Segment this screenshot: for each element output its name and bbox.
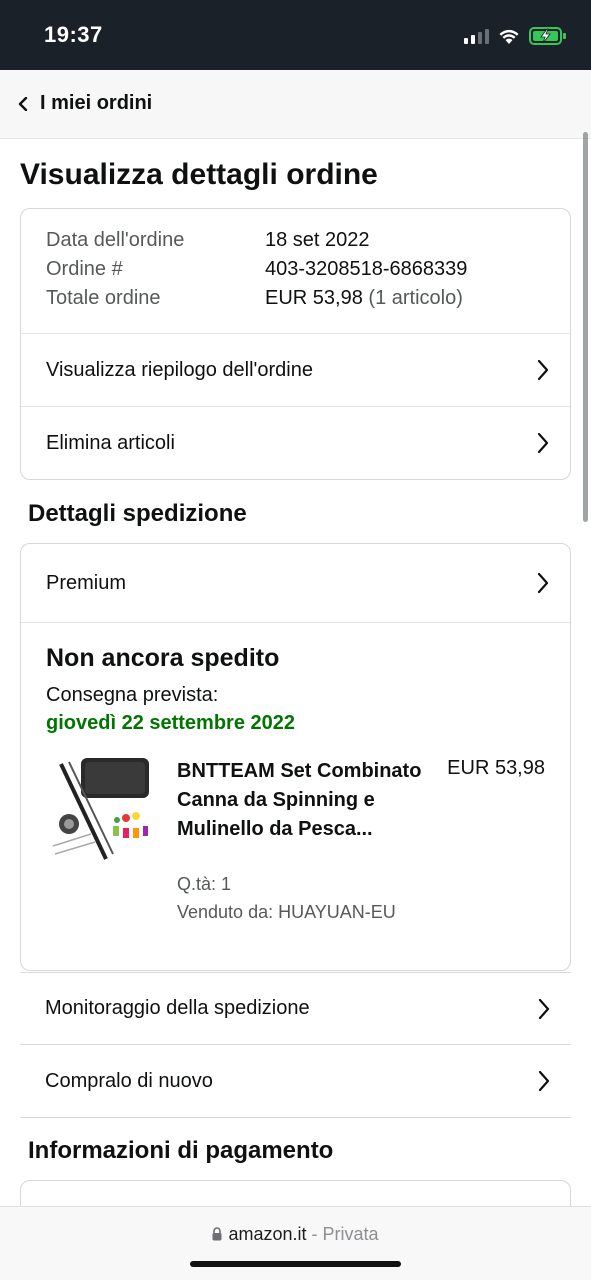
- lock-icon: [212, 1227, 222, 1241]
- order-date-value: 18 set 2022: [265, 229, 370, 251]
- order-info: Data dell'ordine 18 set 2022 Ordine # 40…: [46, 229, 467, 316]
- order-date-label: Data dell'ordine: [46, 229, 185, 251]
- status-icons: [464, 24, 567, 48]
- order-summary-card: Data dell'ordine 18 set 2022 Ordine # 40…: [20, 208, 571, 480]
- chevron-right-icon: [537, 432, 549, 454]
- chevron-right-icon: [537, 572, 549, 594]
- shipping-card: Premium Non ancora spedito Consegna prev…: [20, 543, 571, 971]
- track-shipment-label: Monitoraggio della spedizione: [45, 997, 310, 1019]
- product-price: EUR 53,98: [447, 757, 545, 779]
- buy-again-label: Compralo di nuovo: [45, 1069, 213, 1092]
- wifi-icon: [499, 29, 519, 44]
- cellular-signal-icon: [464, 28, 489, 44]
- shipment-status: Non ancora spedito: [46, 644, 280, 672]
- delivery-date: giovedì 22 settembre 2022: [46, 712, 296, 734]
- track-shipment-link[interactable]: Monitoraggio della spedizione: [20, 972, 571, 1045]
- back-label: I miei ordini: [40, 92, 153, 114]
- payment-section-title: Informazioni di pagamento: [28, 1137, 334, 1164]
- shipping-section-title: Dettagli spedizione: [28, 500, 247, 527]
- delivery-label: Consegna prevista:: [46, 684, 219, 706]
- view-order-summary-link[interactable]: Visualizza riepilogo dell'ordine: [21, 333, 570, 406]
- url-display[interactable]: amazon.it - Privata: [0, 1224, 591, 1245]
- order-date-row: Data dell'ordine 18 set 2022: [46, 229, 467, 258]
- chevron-right-icon: [538, 998, 550, 1019]
- home-indicator[interactable]: [190, 1261, 401, 1267]
- product-quantity: Q.tà: 1: [177, 874, 232, 894]
- chevron-left-icon: [18, 96, 28, 111]
- buy-again-link[interactable]: Compralo di nuovo: [20, 1045, 571, 1118]
- premium-shipping-link[interactable]: Premium: [21, 544, 570, 623]
- url-domain: amazon.it: [228, 1224, 307, 1244]
- product-title-link[interactable]: BNTTEAM Set Combinato Canna da Spinning …: [177, 757, 427, 844]
- private-mode-label: Privata: [322, 1224, 379, 1244]
- order-item-count: (1 articolo): [368, 287, 463, 309]
- battery-charging-icon: [529, 27, 566, 45]
- product-seller: Venduto da: HUAYUAN-EU: [177, 902, 396, 922]
- url-separator: -: [311, 1224, 318, 1244]
- chevron-right-icon: [538, 1070, 550, 1092]
- order-total-label: Totale ordine: [46, 287, 161, 309]
- navigation-bar: I miei ordini: [0, 70, 591, 139]
- order-total-amount: EUR 53,98: [265, 287, 363, 309]
- order-total-value: EUR 53,98 (1 articolo): [265, 287, 463, 316]
- product-image[interactable]: [51, 754, 153, 864]
- delete-items-link[interactable]: Elimina articoli: [21, 406, 570, 479]
- browser-address-bar[interactable]: amazon.it - Privata: [0, 1206, 591, 1280]
- back-button[interactable]: I miei ordini: [18, 92, 152, 115]
- order-number-label: Ordine #: [46, 258, 123, 280]
- order-total-row: Totale ordine EUR 53,98 (1 articolo): [46, 287, 467, 316]
- order-number-row: Ordine # 403-3208518-6868339: [46, 258, 467, 287]
- status-bar: 19:37: [0, 0, 591, 70]
- view-order-summary-label: Visualizza riepilogo dell'ordine: [46, 358, 313, 381]
- delete-items-label: Elimina articoli: [46, 431, 175, 454]
- page-title: Visualizza dettagli ordine: [20, 158, 378, 191]
- premium-label: Premium: [46, 571, 127, 594]
- chevron-right-icon: [537, 359, 549, 381]
- status-time: 19:37: [44, 22, 103, 47]
- scrollbar[interactable]: [583, 132, 588, 522]
- order-number-value: 403-3208518-6868339: [265, 258, 468, 280]
